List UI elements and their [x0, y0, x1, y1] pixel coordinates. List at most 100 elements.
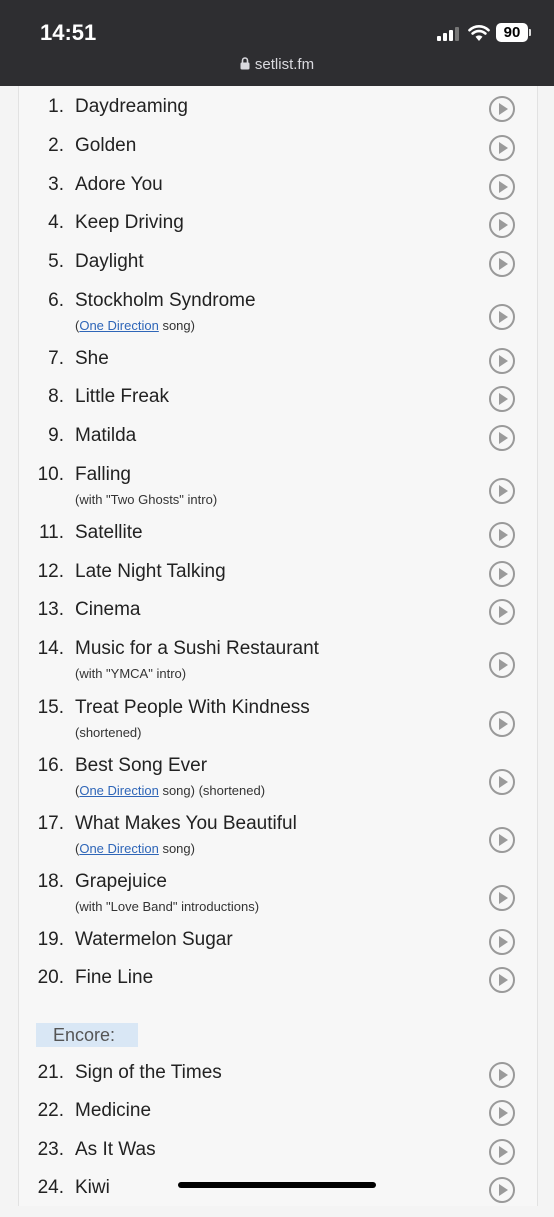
song-row: 6. Stockholm Syndrome (One Direction song): [0, 290, 554, 333]
play-icon[interactable]: [489, 1177, 515, 1203]
song-number: 22.: [37, 1100, 64, 1121]
song-title[interactable]: Stockholm Syndrome: [75, 290, 256, 312]
play-icon[interactable]: [489, 967, 515, 993]
play-icon[interactable]: [489, 929, 515, 955]
song-number: 19.: [37, 929, 64, 950]
lock-icon: [240, 57, 250, 70]
song-row: 22. Medicine: [0, 1100, 554, 1140]
song-number: 20.: [37, 967, 64, 988]
song-note: (One Direction song): [75, 318, 195, 333]
song-row: 14. Music for a Sushi Restaurant (with "YM…: [0, 638, 554, 681]
play-icon[interactable]: [489, 212, 515, 238]
play-icon[interactable]: [489, 478, 515, 504]
song-number: 8.: [48, 386, 64, 407]
song-row: 21. Sign of the Times: [0, 1062, 554, 1102]
song-row: 8. Little Freak: [0, 386, 554, 426]
song-title[interactable]: Matilda: [75, 425, 136, 447]
song-title[interactable]: Falling: [75, 464, 131, 486]
play-icon[interactable]: [489, 1062, 515, 1088]
play-icon[interactable]: [489, 1139, 515, 1165]
song-title[interactable]: She: [75, 348, 109, 370]
song-row: 4. Keep Driving: [0, 212, 554, 252]
url-text: setlist.fm: [254, 56, 315, 73]
song-number: 14.: [37, 638, 64, 659]
song-title[interactable]: Little Freak: [75, 386, 169, 408]
song-title[interactable]: Daylight: [75, 251, 144, 273]
play-icon[interactable]: [489, 386, 515, 412]
song-title[interactable]: Adore You: [75, 174, 163, 196]
song-row: 18. Grapejuice (with "Love Band" introduct…: [0, 871, 554, 914]
status-bar: 14:51 90 setlist.fm: [0, 0, 554, 86]
original-artist-link[interactable]: One Direction: [79, 841, 158, 856]
song-note: (One Direction song): [75, 841, 195, 856]
play-icon[interactable]: [489, 96, 515, 122]
song-note-text: (shortened): [75, 725, 142, 740]
song-note: (with "YMCA" intro): [75, 666, 186, 681]
song-note: (with "Love Band" introductions): [75, 899, 259, 914]
song-title[interactable]: Grapejuice: [75, 871, 167, 893]
song-note-suffix: song): [158, 841, 195, 856]
address-bar[interactable]: setlist.fm: [0, 56, 554, 80]
play-icon[interactable]: [489, 135, 515, 161]
song-number: 23.: [37, 1139, 64, 1160]
song-title[interactable]: Cinema: [75, 599, 140, 621]
song-number: 11.: [38, 522, 64, 543]
song-row: 7. She: [0, 348, 554, 388]
song-title[interactable]: Daydreaming: [75, 96, 188, 118]
song-title[interactable]: Medicine: [75, 1100, 151, 1122]
song-row: 11. Satellite: [0, 522, 554, 562]
play-icon[interactable]: [489, 885, 515, 911]
song-note-suffix: song) (shortened): [158, 783, 266, 798]
home-indicator[interactable]: [178, 1182, 376, 1188]
song-title[interactable]: Golden: [75, 135, 136, 157]
play-icon[interactable]: [489, 652, 515, 678]
play-icon[interactable]: [489, 827, 515, 853]
song-row: 23. As It Was: [0, 1139, 554, 1179]
status-time: 14:51: [40, 20, 97, 45]
play-icon[interactable]: [489, 1100, 515, 1126]
song-number: 17.: [37, 813, 64, 834]
song-number: 3.: [48, 174, 64, 195]
song-row: 9. Matilda: [0, 425, 554, 465]
song-number: 1.: [48, 96, 64, 117]
play-icon[interactable]: [489, 425, 515, 451]
song-title[interactable]: Satellite: [75, 522, 143, 544]
play-icon[interactable]: [489, 522, 515, 548]
song-note: (with "Two Ghosts" intro): [75, 492, 217, 507]
play-icon[interactable]: [489, 561, 515, 587]
song-row: 1. Daydreaming: [0, 96, 554, 136]
song-number: 24.: [37, 1177, 64, 1198]
play-icon[interactable]: [489, 711, 515, 737]
song-title[interactable]: Late Night Talking: [75, 561, 226, 583]
song-number: 7.: [48, 348, 64, 369]
song-number: 5.: [48, 251, 64, 272]
song-title[interactable]: Kiwi: [75, 1177, 110, 1199]
song-note-text: (with "YMCA" intro): [75, 666, 187, 681]
song-number: 6.: [48, 290, 64, 311]
song-title[interactable]: Music for a Sushi Restaurant: [75, 638, 319, 660]
play-icon[interactable]: [489, 348, 515, 374]
play-icon[interactable]: [489, 599, 515, 625]
original-artist-link[interactable]: One Direction: [79, 783, 158, 798]
play-icon[interactable]: [489, 304, 515, 330]
song-title[interactable]: Treat People With Kindness: [75, 697, 310, 719]
song-title[interactable]: Sign of the Times: [75, 1062, 222, 1084]
song-number: 12.: [37, 561, 64, 582]
song-number: 10.: [37, 464, 64, 485]
play-icon[interactable]: [489, 769, 515, 795]
song-title[interactable]: Watermelon Sugar: [75, 929, 233, 951]
play-icon[interactable]: [489, 251, 515, 277]
song-note: (One Direction song) (shortened): [75, 783, 265, 798]
play-icon[interactable]: [489, 174, 515, 200]
song-title[interactable]: Best Song Ever: [75, 755, 207, 777]
song-title[interactable]: Keep Driving: [75, 212, 184, 234]
wifi-icon: [468, 25, 490, 41]
song-title[interactable]: What Makes You Beautiful: [75, 813, 297, 835]
song-row: 19. Watermelon Sugar: [0, 929, 554, 969]
cellular-signal-icon: [437, 27, 459, 41]
song-note-text: (with "Love Band" introductions): [75, 899, 260, 914]
song-title[interactable]: As It Was: [75, 1139, 156, 1161]
original-artist-link[interactable]: One Direction: [79, 318, 158, 333]
song-row: 16. Best Song Ever (One Direction song) (s…: [0, 755, 554, 798]
song-title[interactable]: Fine Line: [75, 967, 153, 989]
